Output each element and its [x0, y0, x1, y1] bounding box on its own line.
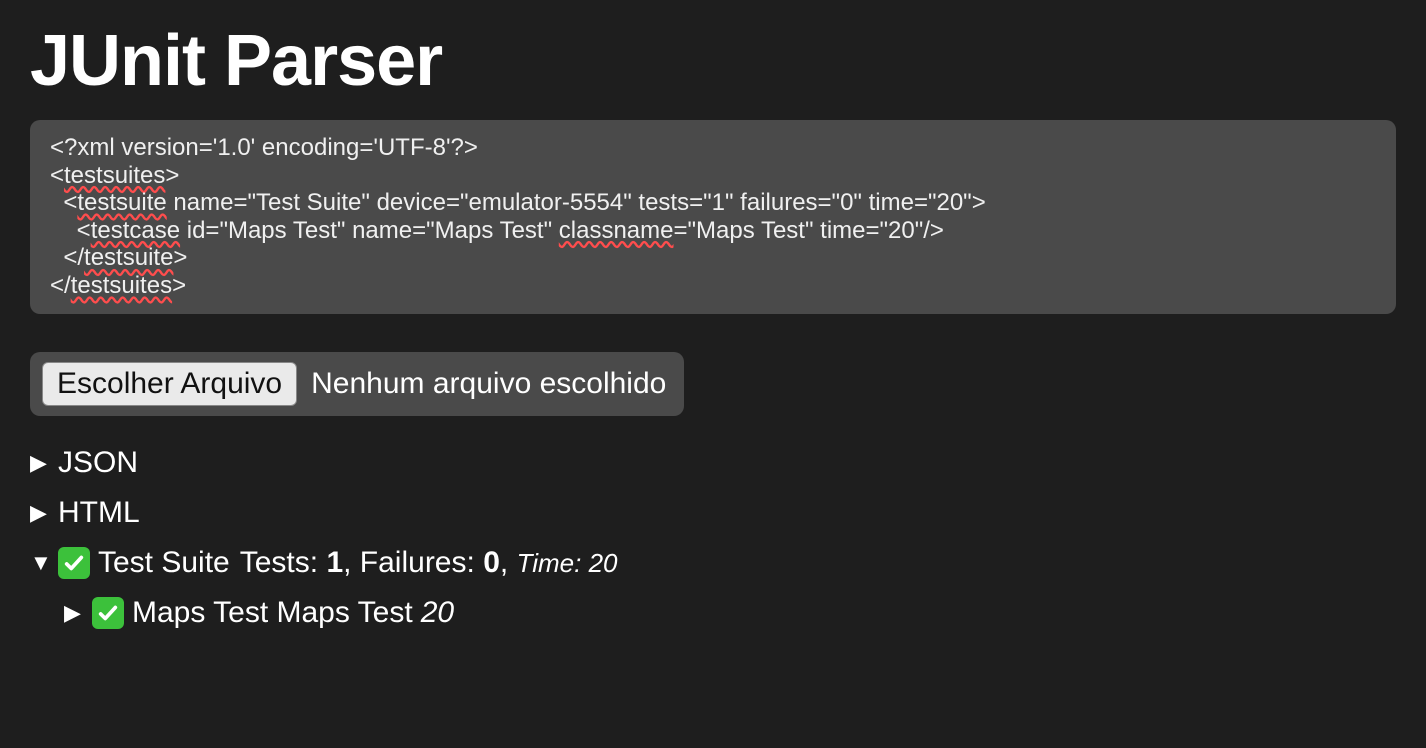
choose-file-button[interactable]: Escolher Arquivo	[42, 362, 297, 406]
chevron-right-icon: ▶	[30, 502, 58, 524]
chevron-right-icon: ▶	[64, 602, 92, 624]
tree-label: JSON	[58, 446, 138, 480]
tree-node-suite[interactable]: ▼ Test Suite Tests: 1, Failures: 0, Time…	[30, 546, 1396, 580]
xml-line: <testsuite name="Test Suite" device="emu…	[50, 189, 986, 216]
xml-line: <testcase id="Maps Test" name="Maps Test…	[50, 217, 944, 244]
file-picker[interactable]: Escolher Arquivo Nenhum arquivo escolhid…	[30, 352, 684, 416]
testcase-time: 20	[421, 596, 454, 630]
xml-line: <testsuites>	[50, 162, 179, 189]
suite-name: Test Suite	[98, 546, 230, 580]
page-title: JUnit Parser	[30, 20, 1396, 102]
checkmark-icon	[58, 547, 90, 579]
tree-node-html[interactable]: ▶ HTML	[30, 496, 1396, 530]
results-tree: ▶ JSON ▶ HTML ▼ Test Suite Tests: 1, Fai…	[30, 446, 1396, 630]
xml-line: </testsuite>	[50, 244, 187, 271]
xml-textarea[interactable]: <?xml version='1.0' encoding='UTF-8'?> <…	[30, 120, 1396, 314]
tree-node-testcase[interactable]: ▶ Maps Test Maps Test 20	[64, 596, 1396, 630]
suite-stats: Tests: 1, Failures: 0, Time: 20	[240, 546, 618, 580]
checkmark-icon	[92, 597, 124, 629]
xml-line: </testsuites>	[50, 272, 186, 299]
chevron-down-icon: ▼	[30, 552, 58, 574]
file-status-text: Nenhum arquivo escolhido	[311, 367, 666, 401]
xml-line: <?xml version='1.0' encoding='UTF-8'?>	[50, 134, 478, 161]
tree-label: HTML	[58, 496, 140, 530]
chevron-right-icon: ▶	[30, 452, 58, 474]
tree-node-json[interactable]: ▶ JSON	[30, 446, 1396, 480]
testcase-name: Maps Test Maps Test	[132, 596, 413, 630]
